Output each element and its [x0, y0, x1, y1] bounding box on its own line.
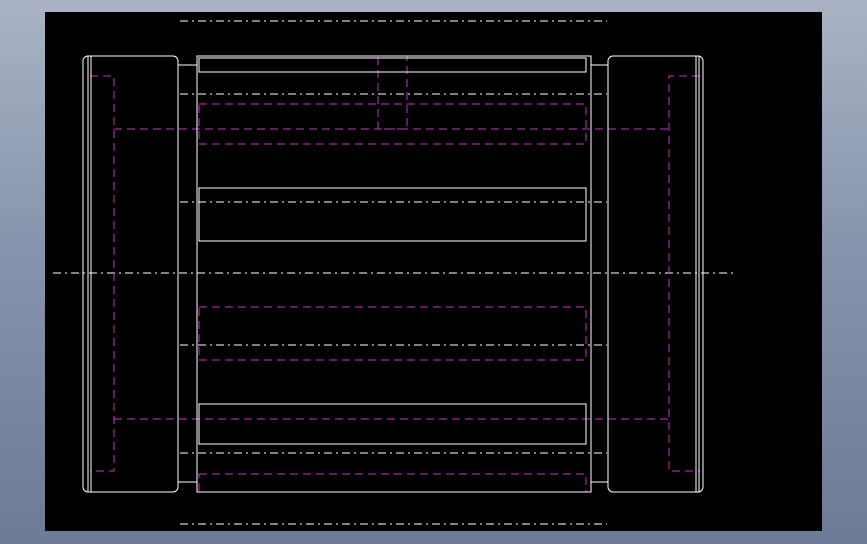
- upper-slot: [198, 187, 587, 242]
- left-end-cap-inner-edge: [87, 55, 92, 493]
- hidden-channel-bottom: [198, 473, 587, 493]
- right-end-cap-inner-edge: [695, 55, 700, 493]
- main-body: [196, 55, 592, 493]
- cad-drawing: [53, 20, 735, 525]
- hidden-port: [377, 55, 408, 130]
- hidden-channel-top: [198, 103, 587, 145]
- visible-edges: [82, 55, 704, 493]
- right-end-cap: [607, 55, 704, 493]
- left-end-cap: [82, 55, 179, 493]
- drawing-viewport[interactable]: [45, 12, 822, 531]
- center-lines: [53, 20, 735, 525]
- lower-slot: [198, 403, 587, 445]
- hidden-channel-mid: [198, 306, 587, 361]
- top-strip: [198, 57, 587, 73]
